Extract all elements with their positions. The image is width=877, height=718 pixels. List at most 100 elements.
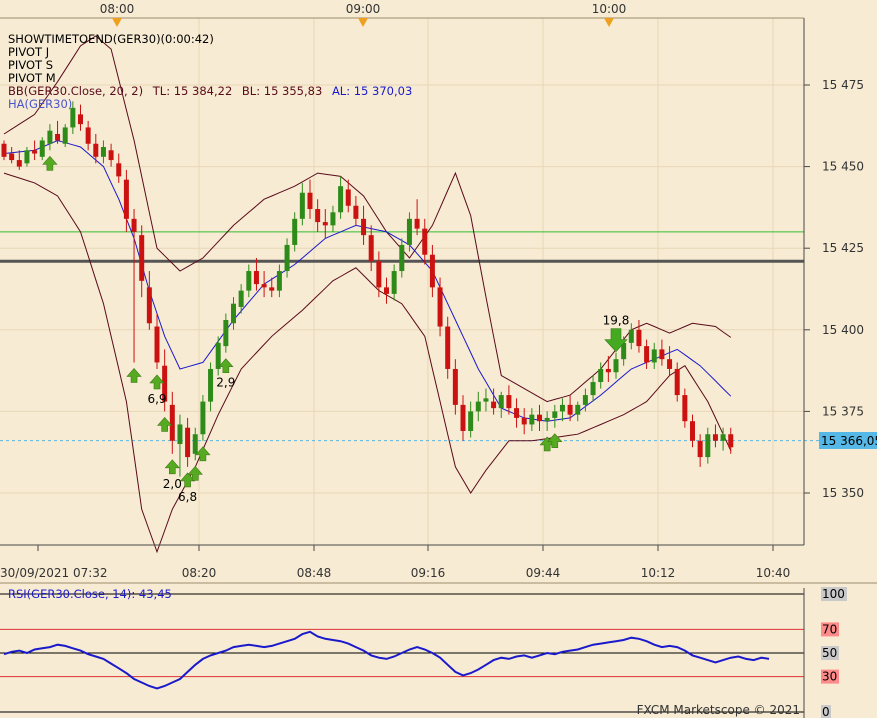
candle-body [384, 287, 389, 294]
candle-body [559, 404, 565, 412]
rsi-legend: RSI(GER30.Close, 14): 43,45 [8, 587, 172, 601]
candle-body [613, 359, 619, 373]
candle-body [567, 404, 573, 415]
price-tick-label: 15 350 [822, 486, 864, 500]
candle-body [261, 284, 267, 288]
legend-ha: HA(GER30) [8, 97, 72, 111]
candle-body [674, 368, 680, 396]
candle-body [697, 440, 703, 458]
legend-bb-bl: BL: 15 355,83 [242, 84, 322, 98]
candle-body [146, 287, 152, 324]
candle-body [100, 147, 106, 157]
candle-body [728, 434, 734, 448]
candle-body [651, 349, 657, 363]
legend-line-4: PIVOT M [8, 71, 56, 85]
candle-body [376, 261, 382, 288]
last-price-label: 15 366,05 [821, 434, 877, 448]
rsi-tick-label: 30 [822, 670, 837, 684]
candle-body [93, 143, 99, 157]
signal-label: 2,0 [163, 477, 182, 491]
rsi-tick-label: 50 [822, 646, 837, 660]
signal-label: 6,8 [178, 490, 197, 504]
candle-body [406, 218, 412, 245]
candle-body [598, 368, 604, 383]
rsi-line [3, 630, 770, 690]
watermark: FXCM Marketscope © 2021 [637, 703, 800, 717]
candle-body [32, 150, 38, 154]
signal-label: 2,9 [216, 376, 235, 390]
candle-body [498, 395, 504, 409]
time-tick-label: 10:12 [641, 566, 676, 580]
candle-body [55, 133, 61, 141]
candle-body [391, 271, 397, 294]
candle [200, 395, 206, 441]
candle-body [131, 218, 137, 232]
candle-body [529, 414, 535, 425]
candle-body [429, 254, 435, 288]
legend-line-1: SHOWTIMETOEND(GER30)(0:00:42) [8, 32, 214, 46]
candle-body [682, 395, 688, 422]
candle-body [223, 320, 229, 347]
candle-body [253, 271, 259, 285]
candle-body [399, 244, 405, 272]
rsi-axis: 100 70 50 30 0 [821, 587, 847, 718]
candle-body [575, 404, 581, 415]
candle-body [659, 349, 665, 360]
candle-body [108, 150, 114, 161]
candle-body [39, 140, 45, 157]
candle-body [705, 434, 711, 458]
candle-body [460, 404, 466, 431]
candle-body [605, 368, 611, 373]
candle-body [299, 192, 305, 219]
candle-body [16, 160, 22, 167]
candle-body [590, 382, 596, 396]
top-time-label: 10:00 [592, 2, 627, 16]
candle-body [185, 427, 191, 458]
candle-body [552, 411, 558, 418]
signal-label: 6,9 [147, 392, 166, 406]
candle-body [345, 189, 351, 206]
candle-body [231, 303, 236, 324]
price-tick-label: 15 400 [822, 323, 864, 337]
candle-body [330, 212, 336, 226]
candle-body [491, 401, 497, 409]
candle-body [85, 127, 91, 144]
candle-body [644, 346, 650, 363]
candle-body [139, 235, 145, 281]
candle-body [284, 244, 290, 272]
legend-bb: BB(GER30.Close, 20, 2) TL: 15 384,22 BL:… [8, 84, 412, 98]
candle-body [636, 329, 642, 347]
candle-body [537, 414, 542, 422]
time-axis: 30/09/2021 07:32 08:20 08:48 09:16 09:44 10:1… [0, 545, 790, 580]
candle-body [514, 408, 520, 418]
price-tick-label: 15 450 [822, 160, 864, 174]
candle-body [475, 401, 481, 412]
legend-bb-name: BB(GER30.Close, 20, 2) [8, 84, 143, 98]
candle-body [208, 368, 214, 402]
price-chart[interactable]: 6,9 2,06,8 2,9 19,8 15 475 15 450 15 425 15 40… [0, 0, 877, 718]
rsi-tick-label: 100 [822, 587, 845, 601]
candle-body [437, 287, 443, 327]
candle-body [720, 434, 726, 441]
candle-body [123, 179, 129, 219]
legend-line-2: PIVOT J [8, 45, 49, 59]
candle-body [521, 417, 527, 425]
signal-label: 19,8 [603, 314, 630, 328]
candle-body [62, 127, 68, 144]
candle-body [468, 411, 474, 431]
candle-body [452, 368, 458, 405]
candle-body [246, 271, 252, 291]
candle-body [307, 192, 313, 210]
candle-body [276, 271, 282, 291]
time-tick-label: 08:20 [182, 566, 217, 580]
price-tick-label: 15 425 [822, 241, 864, 255]
top-time-label: 08:00 [100, 2, 135, 16]
rsi-tick-label: 70 [822, 622, 837, 636]
candle-body [154, 326, 160, 363]
price-tick-label: 15 375 [822, 404, 864, 418]
candle-body [368, 235, 374, 262]
candle-body [78, 114, 83, 125]
legend-line-3: PIVOT S [8, 58, 53, 72]
candle-body [322, 222, 328, 226]
rsi-pane [0, 593, 804, 713]
